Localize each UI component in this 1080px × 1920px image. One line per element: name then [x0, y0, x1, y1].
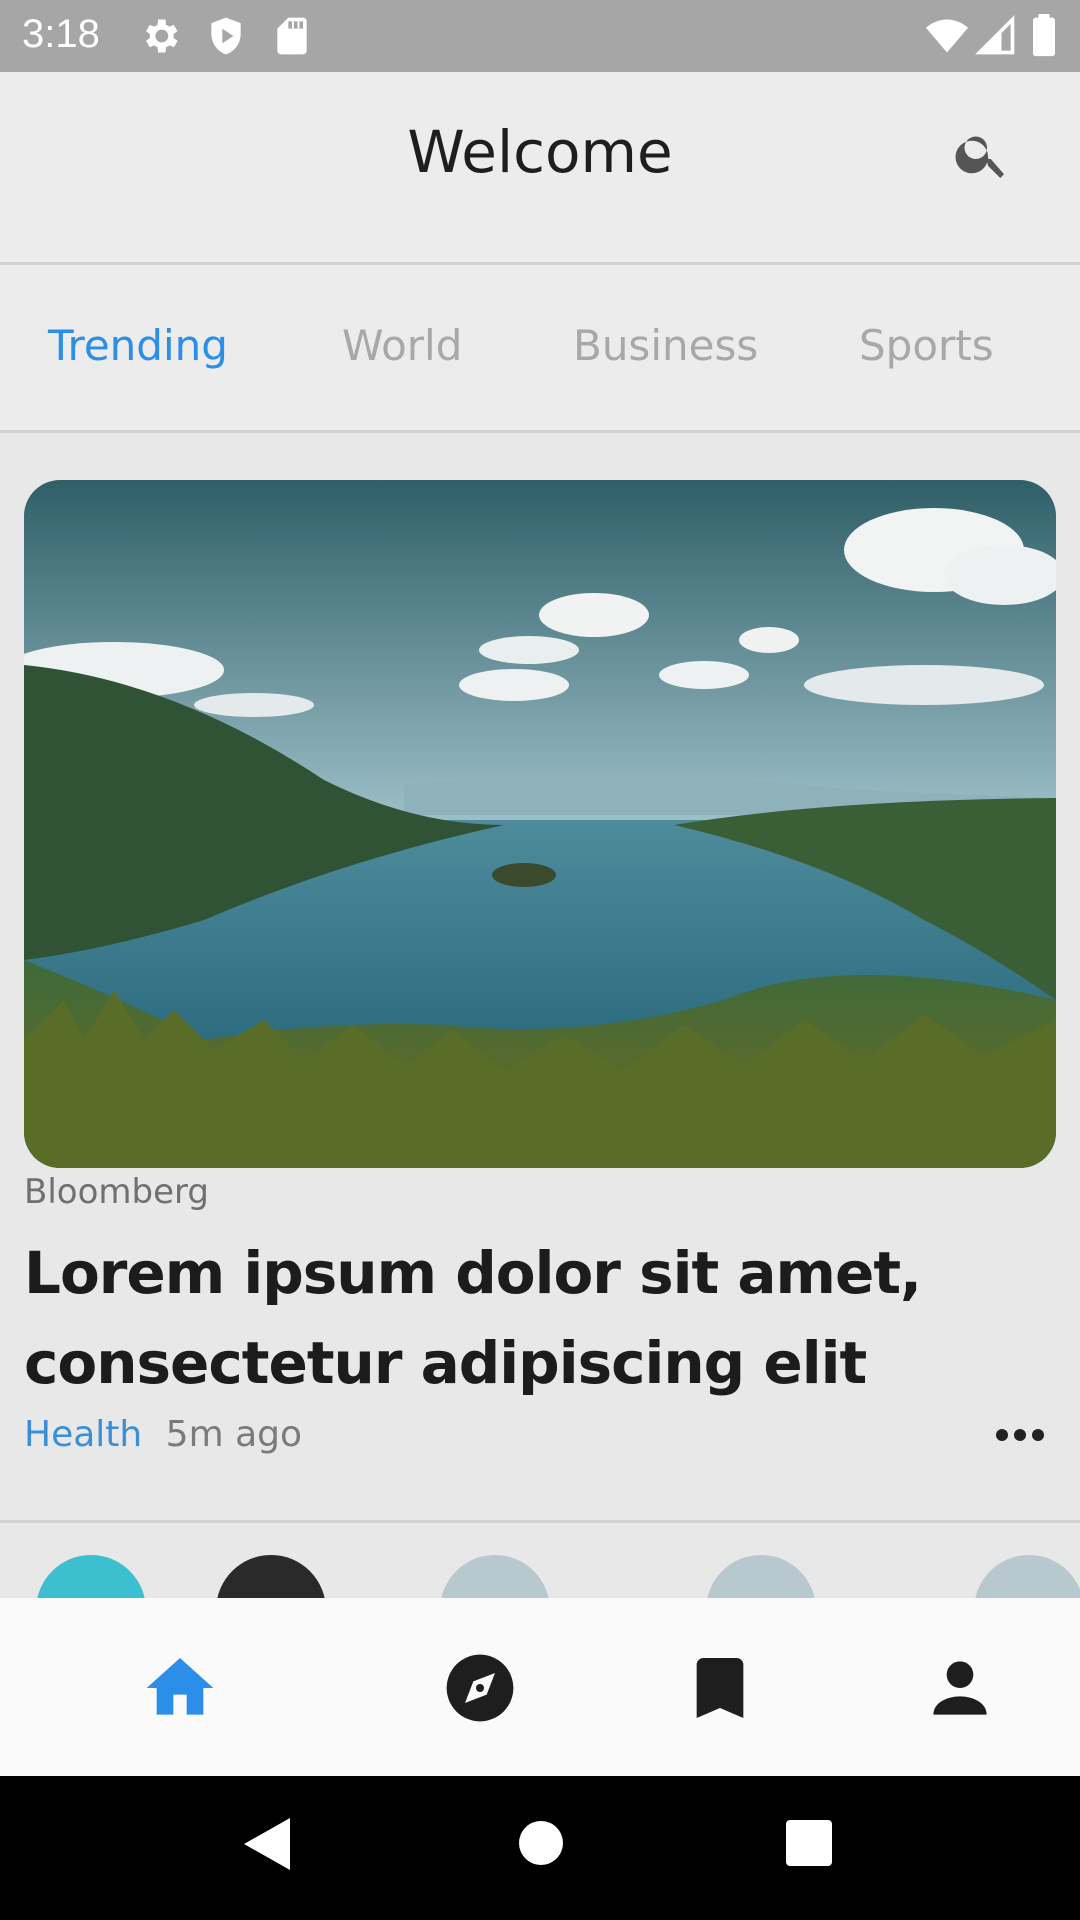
shield-play-icon	[204, 14, 248, 62]
bottom-nav	[0, 1598, 1080, 1776]
gear-icon	[138, 14, 182, 62]
tab-world[interactable]: World	[342, 321, 462, 370]
recents-icon[interactable]	[786, 1820, 832, 1870]
battery-icon	[1030, 14, 1058, 62]
search-icon[interactable]	[952, 124, 1012, 184]
status-bar: 3:18	[0, 0, 1080, 72]
article-headline[interactable]: Lorem ipsum dolor sit amet, consectetur …	[24, 1228, 924, 1408]
status-time: 3:18	[22, 12, 100, 56]
home-button-icon[interactable]	[518, 1820, 564, 1870]
tab-business[interactable]: Business	[573, 321, 758, 370]
system-nav-bar	[0, 1776, 1080, 1920]
person-icon[interactable]	[920, 1648, 1000, 1728]
article-time: 5m ago	[165, 1414, 303, 1455]
sd-card-icon	[270, 14, 314, 62]
app-bar: Welcome	[0, 72, 1080, 265]
wifi-icon	[922, 14, 972, 62]
article-image[interactable]	[24, 480, 1056, 1168]
tab-trending[interactable]: Trending	[48, 321, 228, 370]
divider	[0, 1520, 1080, 1523]
signal-icon	[974, 14, 1018, 62]
tab-sports[interactable]: Sports	[859, 321, 994, 370]
bookmark-icon[interactable]	[680, 1648, 760, 1728]
back-icon[interactable]	[242, 1816, 292, 1876]
more-horizontal-icon[interactable]	[990, 1420, 1050, 1450]
article-source: Bloomberg	[24, 1172, 209, 1212]
home-icon[interactable]	[140, 1648, 220, 1728]
article-meta: Health 5m ago	[24, 1414, 302, 1455]
article-category[interactable]: Health	[24, 1414, 142, 1455]
category-tabs: Trending World Business Sports	[0, 265, 1080, 433]
page-title: Welcome	[407, 118, 673, 186]
compass-icon[interactable]	[440, 1648, 520, 1728]
